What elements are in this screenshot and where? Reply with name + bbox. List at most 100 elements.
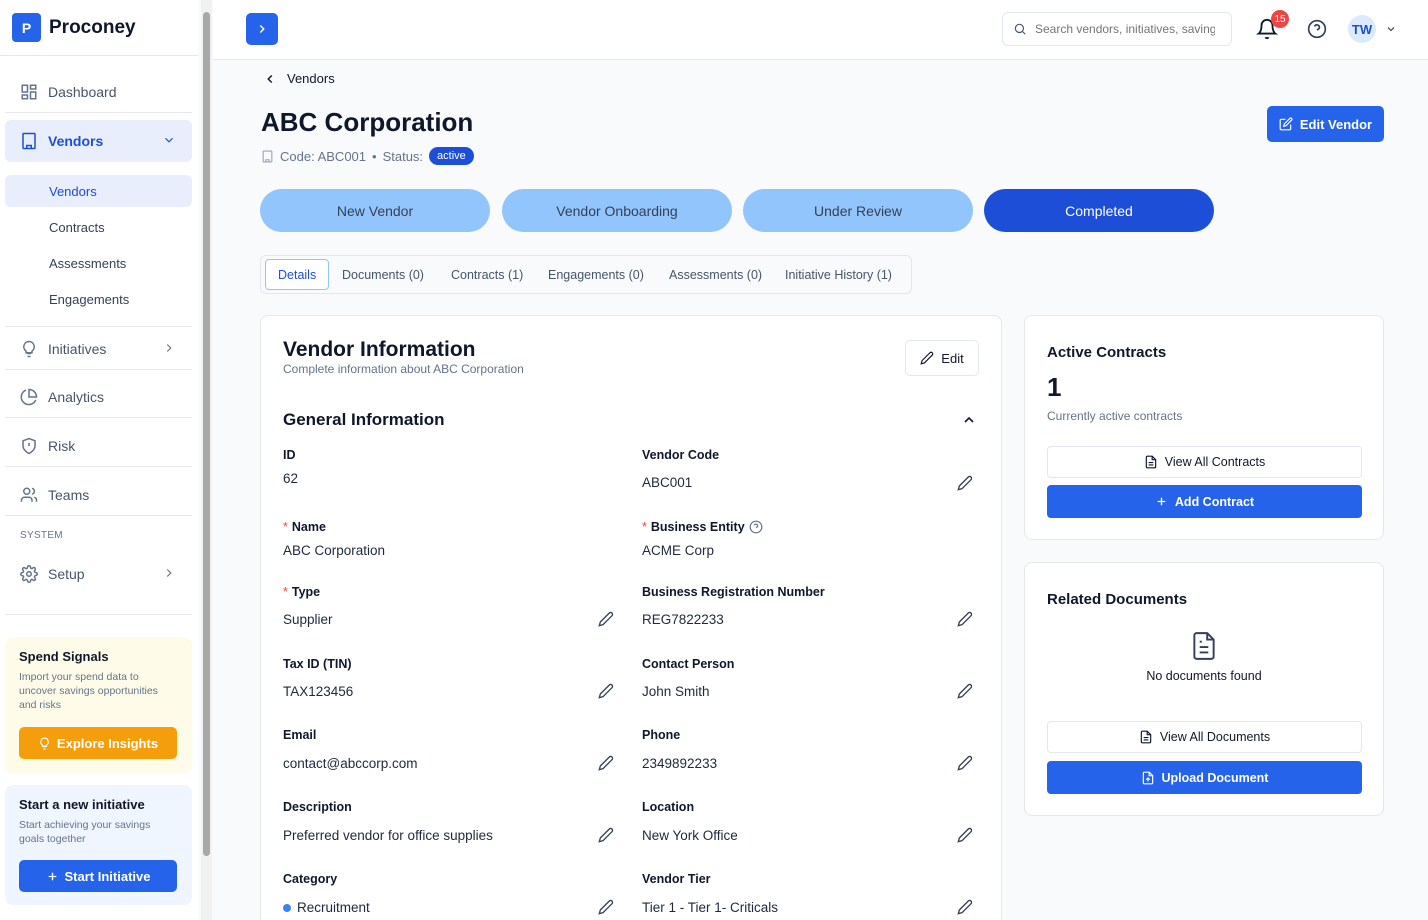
field-label-tax-id: Tax ID (TIN) (283, 657, 352, 671)
sidebar-item-dashboard[interactable]: Dashboard (5, 71, 192, 113)
sidebar-item-label: Risk (48, 437, 76, 454)
field-label-category: Category (283, 872, 337, 886)
pencil-icon[interactable] (957, 755, 973, 771)
field-value-contact: John Smith (642, 684, 710, 699)
help-icon[interactable] (749, 520, 763, 534)
status-badge: active (429, 147, 474, 165)
label-text: Business Registration Number (642, 585, 825, 599)
system-section-label: SYSTEM (20, 530, 63, 541)
help-icon[interactable] (1307, 19, 1327, 39)
file-icon (1145, 455, 1156, 469)
label-text: Description (283, 800, 352, 814)
sidebar-item-setup[interactable]: Setup (5, 553, 192, 595)
sidebar-item-risk[interactable]: Risk (5, 425, 192, 467)
tab-documents[interactable]: Documents (0) (342, 259, 424, 290)
field-value-tier: Tier 1 - Tier 1- Criticals (642, 900, 779, 915)
search-box[interactable] (1002, 12, 1232, 46)
pencil-icon[interactable] (598, 755, 614, 771)
sidebar-sub-contracts[interactable]: Contracts (5, 211, 192, 243)
field-label-email: Email (283, 728, 316, 742)
view-all-documents-button[interactable]: View All Documents (1047, 721, 1362, 753)
breadcrumb[interactable]: Vendors (263, 71, 335, 86)
field-value-vendor-code: ABC001 (642, 475, 693, 490)
brand[interactable]: P Proconey (0, 0, 198, 56)
notification-badge: 15 (1271, 10, 1289, 28)
pencil-icon[interactable] (957, 899, 973, 915)
plus-icon (48, 872, 56, 880)
brand-name: Proconey (49, 16, 136, 38)
tab-engagements[interactable]: Engagements (0) (548, 259, 644, 290)
label-text: Phone (642, 728, 681, 742)
sidebar-sub-assessments[interactable]: Assessments (5, 247, 192, 279)
sidebar-item-vendors[interactable]: Vendors (5, 120, 192, 162)
related-documents-title: Related Documents (1047, 591, 1188, 608)
pencil-icon[interactable] (957, 683, 973, 699)
vendor-code-text: Code: ABC001 (280, 148, 367, 164)
explore-insights-label: Explore Insights (56, 735, 159, 751)
label-text: Email (283, 728, 317, 742)
sidebar-sub-engagements[interactable]: Engagements (5, 283, 192, 315)
pie-chart-icon (20, 388, 38, 406)
sidebar-item-initiatives[interactable]: Initiatives (5, 328, 192, 370)
avatar[interactable]: TW (1348, 15, 1376, 43)
start-initiative-button[interactable]: Start Initiative (19, 860, 177, 892)
label-text: Category (283, 872, 338, 886)
sidebar-item-label: Dashboard (48, 83, 117, 100)
vendor-info-title: Vendor Information (283, 338, 476, 361)
sidebar-sub-vendors[interactable]: Vendors (5, 175, 192, 207)
stage-vendor-onboarding[interactable]: Vendor Onboarding (502, 189, 732, 232)
gear-icon (20, 565, 38, 583)
active-contracts-count: 1 (1047, 372, 1062, 402)
pencil-icon[interactable] (598, 683, 614, 699)
general-info-title: General Information (283, 410, 445, 429)
building-icon (20, 132, 38, 150)
explore-insights-button[interactable]: Explore Insights (19, 727, 177, 759)
label-text: Name (291, 520, 326, 534)
field-value-location: New York Office (642, 828, 738, 843)
pencil-icon[interactable] (957, 475, 973, 491)
field-value-email: contact@abccorp.com (283, 756, 418, 771)
field-label-location: Location (642, 800, 694, 814)
tab-bar: Details Documents (0) Contracts (1) Enga… (260, 255, 912, 294)
tab-contracts[interactable]: Contracts (1) (451, 259, 523, 290)
field-value-id: 62 (283, 471, 299, 486)
sidebar-item-label: Setup (48, 566, 85, 582)
add-contract-label: Add Contract (1174, 494, 1255, 509)
file-upload-icon (1142, 771, 1153, 784)
sidebar-item-analytics[interactable]: Analytics (5, 376, 192, 418)
upload-document-button[interactable]: Upload Document (1047, 761, 1362, 794)
field-label-description: Description (283, 800, 352, 814)
pencil-icon[interactable] (598, 827, 614, 843)
sidebar-scrollbar-thumb[interactable] (203, 12, 210, 856)
file-icon (1140, 730, 1152, 744)
label-text: Location (642, 800, 695, 814)
field-value-name: ABC Corporation (283, 543, 386, 558)
search-input[interactable] (1035, 22, 1215, 36)
pencil-icon[interactable] (598, 899, 614, 915)
status-label: Status: (382, 148, 424, 164)
field-value-phone: 2349892233 (642, 756, 718, 771)
tab-details[interactable]: Details (265, 259, 330, 290)
sidebar-item-teams[interactable]: Teams (5, 474, 192, 516)
pencil-icon[interactable] (957, 611, 973, 627)
edit-info-button[interactable]: Edit (905, 340, 979, 376)
edit-vendor-button[interactable]: Edit Vendor (1267, 106, 1384, 142)
pencil-icon[interactable] (598, 611, 614, 627)
dashboard-icon (20, 83, 38, 101)
tab-assessments[interactable]: Assessments (0) (669, 259, 762, 290)
search-icon (1014, 23, 1026, 35)
view-all-contracts-button[interactable]: View All Contracts (1047, 446, 1362, 478)
brand-logo: P (12, 13, 41, 42)
stage-new-vendor[interactable]: New Vendor (260, 189, 490, 232)
sidebar-toggle-button[interactable] (246, 13, 278, 45)
label-text: Type (291, 585, 321, 599)
pencil-icon[interactable] (957, 827, 973, 843)
stage-completed[interactable]: Completed (984, 189, 1214, 232)
chevron-right-icon (166, 344, 172, 352)
tab-initiative-history[interactable]: Initiative History (1) (785, 259, 892, 290)
stage-under-review[interactable]: Under Review (743, 189, 973, 232)
add-contract-button[interactable]: Add Contract (1047, 485, 1362, 518)
chevron-up-icon[interactable] (961, 412, 977, 428)
chevron-down-icon[interactable] (1385, 23, 1397, 35)
label-text: Business Entity (650, 520, 745, 534)
